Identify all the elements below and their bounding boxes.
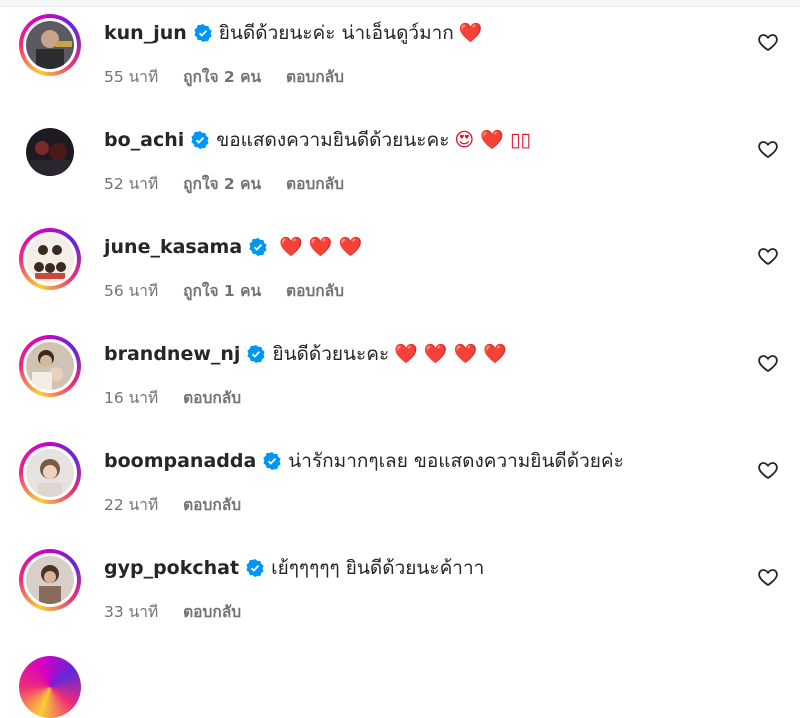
- username[interactable]: bo_achi: [104, 125, 184, 155]
- verified-badge-icon: [246, 559, 264, 577]
- verified-badge-icon: [263, 452, 281, 470]
- heart-outline-icon[interactable]: [756, 137, 780, 161]
- comment-header: bo_achi ขอแสดงความยินดีด้วยนะคะ 😍 ❤️ ▯▯: [104, 125, 531, 155]
- comment-time[interactable]: 16 นาที: [104, 389, 158, 407]
- comment-item: kun_jun ยินดีด้วยนะค่ะ น่าเอ็นดูว์มาก ❤️…: [0, 8, 800, 108]
- heart-outline-icon[interactable]: [756, 351, 780, 375]
- comment-emoji: ❤️ ❤️ ❤️ ❤️: [394, 343, 507, 365]
- comment-emoji: 😍 ❤️ ▯▯: [454, 129, 531, 151]
- comment-meta: 55 นาที ถูกใจ 2 คน ตอบกลับ: [104, 64, 364, 89]
- comment-text: ยินดีด้วยนะคะ: [272, 343, 390, 365]
- avatar[interactable]: [19, 335, 81, 397]
- comment-time[interactable]: 33 นาที: [104, 603, 158, 621]
- comment-meta: 22 นาที ตอบกลับ: [104, 492, 261, 517]
- verified-badge-icon: [247, 345, 266, 363]
- verified-badge-icon: [194, 24, 212, 42]
- comment-item: bo_achi ขอแสดงความยินดีด้วยนะคะ 😍 ❤️ ▯▯ …: [0, 115, 800, 215]
- comment-emoji: ❤️ ❤️ ❤️: [279, 236, 363, 258]
- next-comment-partial: [0, 650, 800, 718]
- comment-meta: 16 นาที ตอบกลับ: [104, 385, 261, 410]
- comment-time[interactable]: 56 นาที: [104, 282, 158, 300]
- avatar[interactable]: [19, 656, 81, 718]
- reply-button[interactable]: ตอบกลับ: [183, 603, 241, 621]
- reply-button[interactable]: ตอบกลับ: [183, 496, 241, 514]
- username[interactable]: june_kasama: [104, 232, 242, 262]
- like-count[interactable]: ถูกใจ 2 คน: [183, 68, 261, 86]
- comment-text: เย้ๆๆๆๆๆ ยินดีด้วยนะค้าาา: [271, 557, 485, 579]
- username[interactable]: boompanadda: [104, 446, 256, 476]
- comment-text: น่ารักมากๆเลย ขอแสดงความยินดีด้วยค่ะ: [288, 450, 624, 472]
- username[interactable]: kun_jun: [104, 18, 187, 48]
- reply-button[interactable]: ตอบกลับ: [286, 68, 344, 86]
- comment-item: brandnew_nj ยินดีด้วยนะคะ ❤️ ❤️ ❤️ ❤️ 16…: [0, 329, 800, 429]
- avatar[interactable]: [19, 121, 81, 183]
- verified-badge-icon: [249, 238, 267, 256]
- verified-badge-icon: [191, 131, 209, 149]
- comment-item: gyp_pokchat เย้ๆๆๆๆๆ ยินดีด้วยนะค้าาา 33…: [0, 543, 800, 643]
- avatar[interactable]: [19, 442, 81, 504]
- reply-button[interactable]: ตอบกลับ: [286, 175, 344, 193]
- comment-header: boompanadda น่ารักมากๆเลย ขอแสดงความยินด…: [104, 446, 624, 476]
- avatar[interactable]: [19, 14, 81, 76]
- comment-meta: 33 นาที ตอบกลับ: [104, 599, 261, 624]
- heart-outline-icon[interactable]: [756, 30, 780, 54]
- reply-button[interactable]: ตอบกลับ: [183, 389, 241, 407]
- heart-outline-icon[interactable]: [756, 458, 780, 482]
- comment-item: june_kasama ❤️ ❤️ ❤️ 56 นาที ถูกใจ 1 คน …: [0, 222, 800, 322]
- reply-button[interactable]: ตอบกลับ: [286, 282, 344, 300]
- comment-meta: 56 นาที ถูกใจ 1 คน ตอบกลับ: [104, 278, 364, 303]
- comment-meta: 52 นาที ถูกใจ 2 คน ตอบกลับ: [104, 171, 364, 196]
- comment-item: boompanadda น่ารักมากๆเลย ขอแสดงความยินด…: [0, 436, 800, 536]
- comment-header: brandnew_nj ยินดีด้วยนะคะ ❤️ ❤️ ❤️ ❤️: [104, 339, 507, 369]
- comment-emoji: ❤️: [458, 22, 483, 44]
- avatar[interactable]: [19, 549, 81, 611]
- comment-header: kun_jun ยินดีด้วยนะค่ะ น่าเอ็นดูว์มาก ❤️: [104, 18, 482, 48]
- top-divider: [0, 0, 800, 7]
- comment-text: ยินดีด้วยนะค่ะ น่าเอ็นดูว์มาก: [218, 22, 454, 44]
- comment-header: gyp_pokchat เย้ๆๆๆๆๆ ยินดีด้วยนะค้าาา: [104, 553, 484, 583]
- like-count[interactable]: ถูกใจ 2 คน: [183, 175, 261, 193]
- heart-outline-icon[interactable]: [756, 244, 780, 268]
- comment-time[interactable]: 22 นาที: [104, 496, 158, 514]
- comment-header: june_kasama ❤️ ❤️ ❤️: [104, 232, 362, 262]
- username[interactable]: gyp_pokchat: [104, 553, 239, 583]
- username[interactable]: brandnew_nj: [104, 339, 240, 369]
- comment-time[interactable]: 52 นาที: [104, 175, 158, 193]
- avatar[interactable]: [19, 228, 81, 290]
- comment-time[interactable]: 55 นาที: [104, 68, 158, 86]
- comment-text: ขอแสดงความยินดีด้วยนะคะ: [216, 129, 450, 151]
- like-count[interactable]: ถูกใจ 1 คน: [183, 282, 261, 300]
- heart-outline-icon[interactable]: [756, 565, 780, 589]
